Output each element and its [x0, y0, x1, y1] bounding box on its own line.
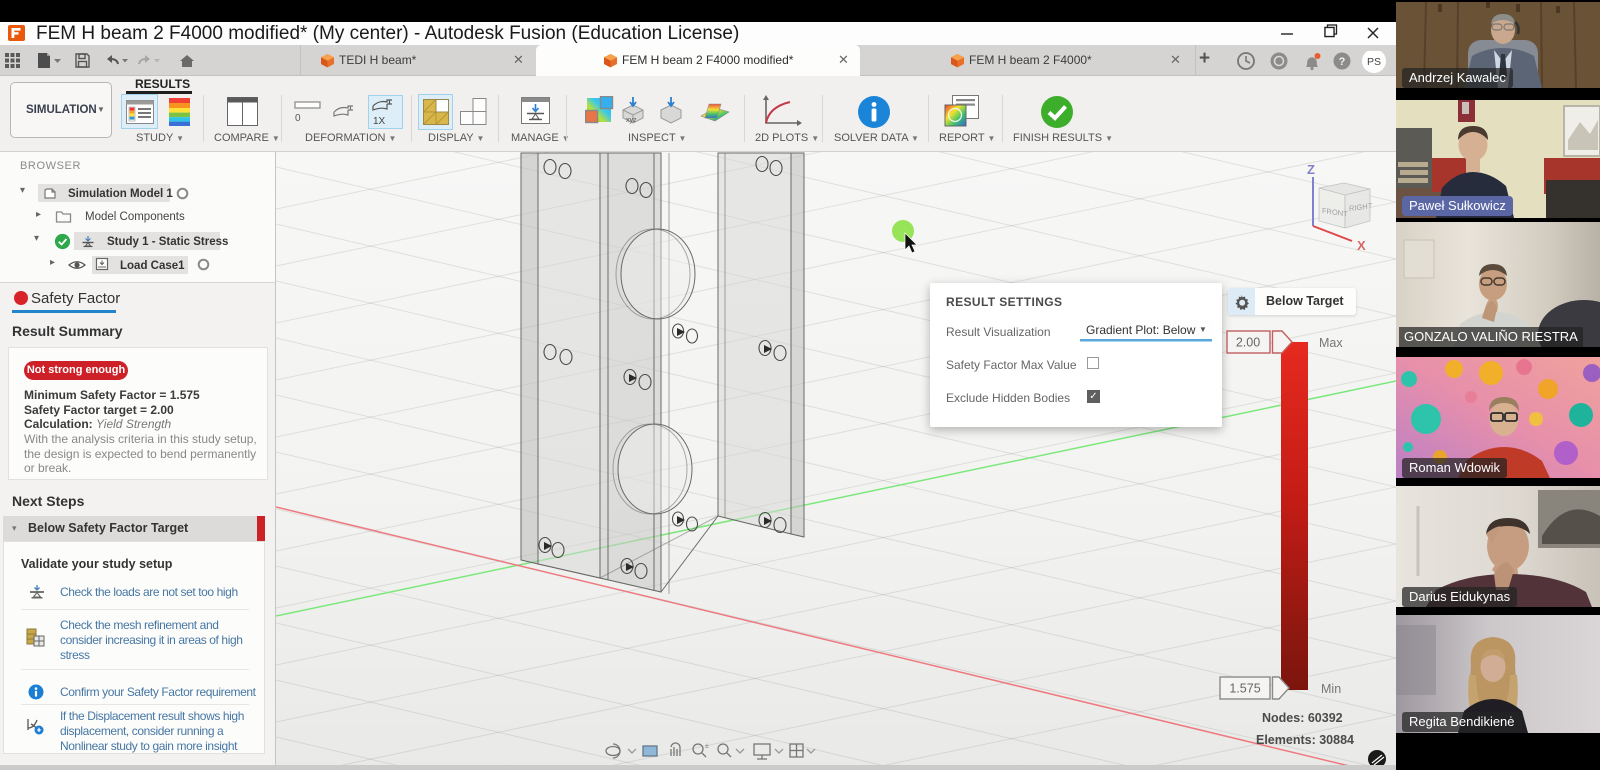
- svg-text:±: ±: [705, 743, 709, 750]
- svg-text:0: 0: [295, 113, 301, 124]
- svg-text:?: ?: [1339, 56, 1346, 68]
- svg-text:1X: 1X: [373, 116, 386, 127]
- svg-text:X: X: [1357, 238, 1366, 253]
- svg-text:2.00: 2.00: [1236, 336, 1260, 350]
- svg-text:xyz: xyz: [626, 117, 637, 124]
- svg-text:1.575: 1.575: [1229, 682, 1260, 696]
- svg-text:Z: Z: [1307, 162, 1315, 177]
- svg-text:PS: PS: [1367, 56, 1381, 68]
